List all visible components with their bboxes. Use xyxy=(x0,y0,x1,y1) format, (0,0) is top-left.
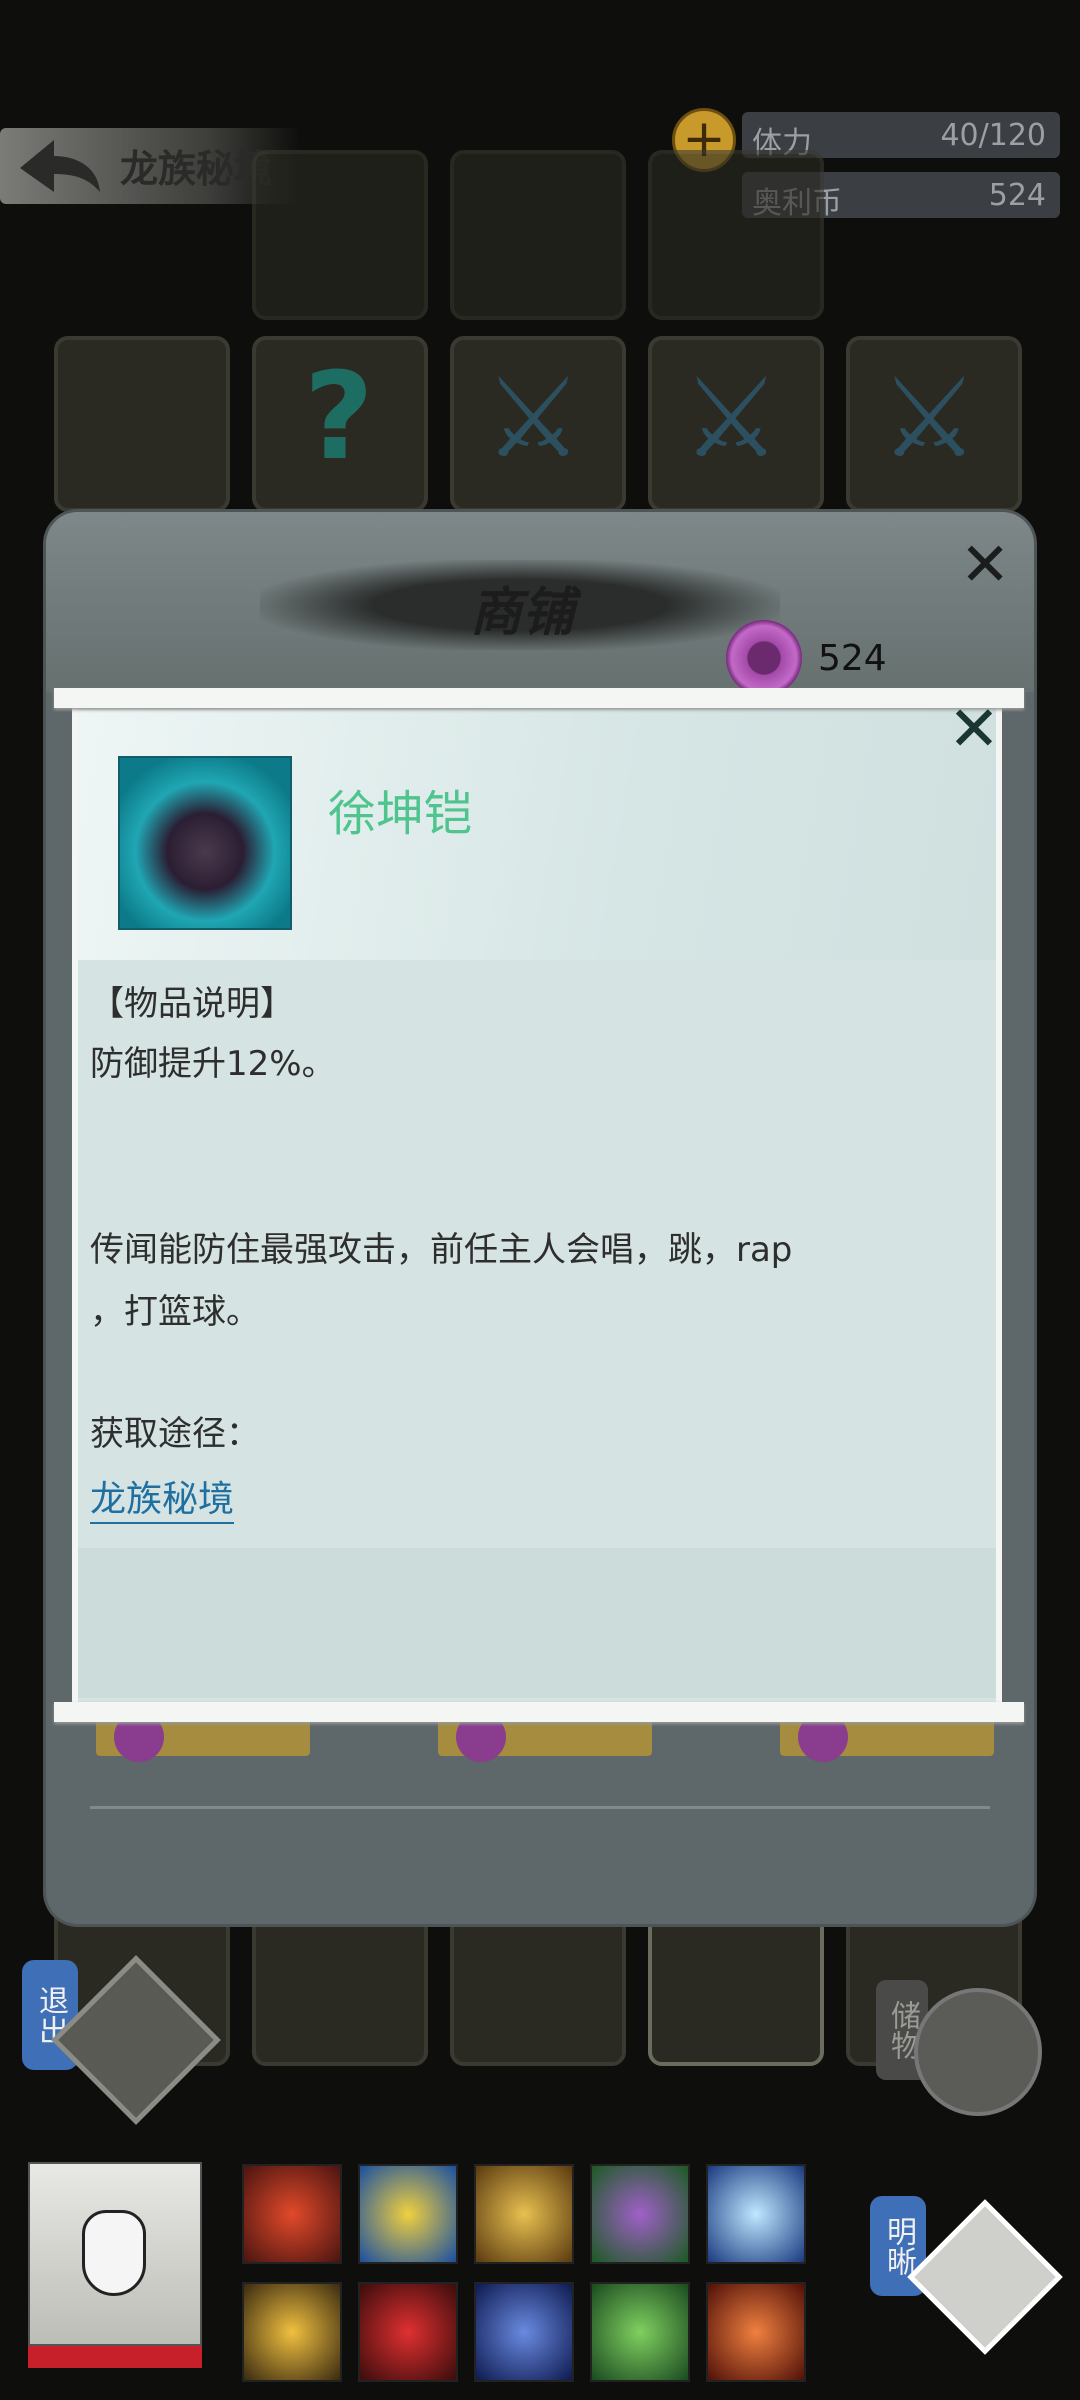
scroll-rod-bottom xyxy=(54,1702,1024,1722)
map-tile[interactable] xyxy=(450,150,626,320)
skill-lemon-icon[interactable] xyxy=(358,2164,458,2264)
map-tile[interactable]: ? xyxy=(252,336,428,512)
shop-close-icon[interactable]: ✕ xyxy=(960,530,1010,600)
map-tile[interactable] xyxy=(54,336,230,512)
skill-flower-icon[interactable] xyxy=(590,2164,690,2264)
coin-value: 524 xyxy=(988,178,1046,213)
item-section-label: 【物品说明】 xyxy=(90,984,294,1024)
shop-divider xyxy=(90,1806,990,1823)
map-tile[interactable]: ⚔ xyxy=(648,336,824,512)
armor-item-icon xyxy=(118,756,292,930)
detail-close-icon[interactable]: ✕ xyxy=(948,692,1000,765)
insight-button-icon[interactable] xyxy=(907,2199,1063,2355)
crossed-swords-icon: ⚔ xyxy=(484,354,583,482)
item-source-link[interactable]: 龙族秘境 xyxy=(90,1470,235,1524)
shop-balance: 524 xyxy=(818,638,887,679)
health-bar xyxy=(28,2346,202,2368)
storage-bag-icon[interactable] xyxy=(914,1988,1042,2116)
item-detail-footer xyxy=(78,1548,996,1698)
map-tile[interactable] xyxy=(252,150,428,320)
skill-lucky-cat-icon[interactable] xyxy=(242,2164,342,2264)
skill-coins-icon[interactable] xyxy=(474,2164,574,2264)
crossed-swords-icon: ⚔ xyxy=(880,354,979,482)
back-arrow-icon xyxy=(20,140,100,192)
item-lore-line2: ，打篮球。 xyxy=(90,1292,260,1332)
page-title: 龙族秘境 xyxy=(120,147,273,191)
shop-title: 商铺 xyxy=(470,583,575,643)
item-name: 徐坤铠 xyxy=(328,786,473,842)
map-tile[interactable]: ⚔ xyxy=(450,336,626,512)
crossed-swords-icon: ⚔ xyxy=(682,354,781,482)
map-tile[interactable] xyxy=(648,150,824,320)
skill-strike-icon[interactable] xyxy=(358,2282,458,2382)
map-tile[interactable]: ⚔ xyxy=(846,336,1022,512)
item-lore-line1: 传闻能防住最强攻击，前任主人会唱，跳，rap xyxy=(90,1230,793,1270)
skill-card-icon[interactable] xyxy=(474,2282,574,2382)
item-effect: 防御提升12%。 xyxy=(90,1044,336,1084)
coin-icon xyxy=(726,620,802,696)
fox-mask-icon xyxy=(82,2210,146,2296)
item-source-label: 获取途径： xyxy=(90,1414,260,1454)
skill-spark-icon[interactable] xyxy=(242,2282,342,2382)
scroll-rod-top xyxy=(54,688,1024,708)
question-mark-icon: ? xyxy=(304,348,374,487)
skill-herb-icon[interactable] xyxy=(590,2282,690,2382)
stamina-value: 40/120 xyxy=(940,118,1046,153)
skill-bomb-icon[interactable] xyxy=(706,2282,806,2382)
skill-wind-icon[interactable] xyxy=(706,2164,806,2264)
